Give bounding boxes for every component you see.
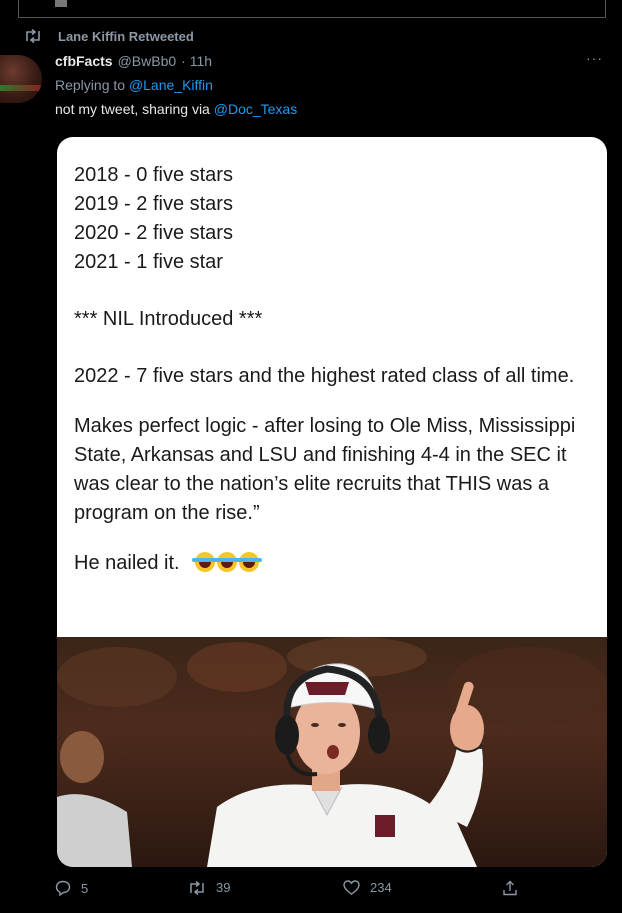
author-name[interactable]: cfbFacts bbox=[55, 53, 113, 69]
laughing-emoji-icon bbox=[192, 552, 219, 572]
like-button[interactable]: 234 bbox=[343, 880, 392, 895]
action-bar: 5 39 234 bbox=[55, 880, 575, 902]
tweet-text: not my tweet, sharing via @Doc_Texas bbox=[55, 101, 297, 117]
nil-line: *** NIL Introduced *** bbox=[74, 308, 263, 330]
tweet-header: cfbFacts @BwBb0 · 11h bbox=[55, 53, 212, 69]
more-icon[interactable]: ··· bbox=[586, 50, 603, 66]
tweet-text-prefix: not my tweet, sharing via bbox=[55, 101, 210, 117]
card-closing: He nailed it. bbox=[74, 552, 180, 574]
media-card[interactable]: 2018 - 0 five stars 2019 - 2 five stars … bbox=[57, 137, 607, 867]
retweet-context[interactable]: Lane Kiffin Retweeted bbox=[22, 27, 194, 45]
card-line: 2020 - 2 five stars bbox=[74, 222, 233, 244]
reply-icon bbox=[55, 880, 71, 896]
tweet-text-mention[interactable]: @Doc_Texas bbox=[214, 101, 297, 117]
line-2022: 2022 - 7 five stars and the highest rate… bbox=[74, 365, 575, 387]
retweet-count: 39 bbox=[216, 880, 231, 895]
like-icon bbox=[343, 880, 360, 895]
card-line: 2021 - 1 five star bbox=[74, 251, 223, 273]
card-text: 2018 - 0 five stars 2019 - 2 five stars … bbox=[74, 161, 594, 578]
laughing-emoji-icon bbox=[214, 552, 241, 572]
like-count: 234 bbox=[370, 880, 392, 895]
retweet-icon bbox=[22, 29, 44, 43]
tweet-time[interactable]: · 11h bbox=[181, 53, 212, 69]
retweet-button[interactable]: 39 bbox=[188, 880, 230, 895]
previous-tweet-frame bbox=[18, 0, 606, 18]
retweet-icon bbox=[190, 880, 204, 895]
previous-tweet-stub bbox=[55, 0, 67, 7]
avatar-stripe bbox=[0, 85, 42, 91]
card-paragraph: Makes perfect logic - after losing to Ol… bbox=[74, 415, 576, 524]
replying-to: Replying to @Lane_Kiffin bbox=[55, 77, 213, 93]
retweet-label: Lane Kiffin Retweeted bbox=[58, 28, 194, 44]
author-handle[interactable]: @BwBb0 bbox=[118, 53, 177, 69]
coach-photo bbox=[57, 637, 607, 867]
avatar[interactable] bbox=[0, 55, 42, 103]
share-icon bbox=[503, 880, 517, 896]
reply-button[interactable]: 5 bbox=[55, 880, 88, 896]
card-line: 2019 - 2 five stars bbox=[74, 193, 233, 215]
share-button[interactable] bbox=[502, 880, 518, 896]
card-closing-line: He nailed it. bbox=[74, 549, 594, 578]
replying-prefix: Replying to bbox=[55, 77, 126, 93]
laughing-emoji-icon bbox=[236, 552, 263, 572]
card-line: 2018 - 0 five stars bbox=[74, 164, 233, 186]
replying-mention[interactable]: @Lane_Kiffin bbox=[129, 77, 213, 93]
reply-count: 5 bbox=[81, 880, 89, 896]
